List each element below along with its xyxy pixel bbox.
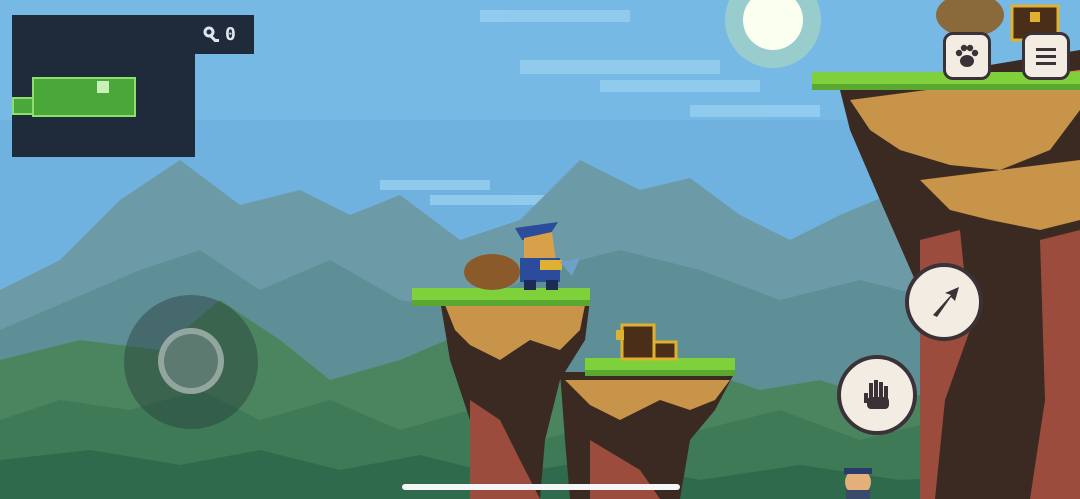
hand-icon xyxy=(864,380,889,409)
minimap-player-marker xyxy=(97,81,109,93)
virtual-joystick-knob[interactable] xyxy=(158,328,224,394)
dash-button[interactable] xyxy=(905,263,983,341)
hamburger-menu-icon xyxy=(1036,48,1056,65)
home-indicator[interactable] xyxy=(402,484,680,490)
minimap-room-current xyxy=(32,77,136,117)
paw-icon xyxy=(955,44,979,67)
npc-character xyxy=(844,468,872,499)
pet-button[interactable] xyxy=(943,32,991,80)
key-icon xyxy=(203,26,219,42)
menu-button[interactable] xyxy=(1022,32,1070,80)
minimap[interactable] xyxy=(12,15,195,157)
dash-arrow-icon xyxy=(933,287,959,317)
key-count: 0 xyxy=(225,24,236,45)
grab-button[interactable] xyxy=(837,355,917,435)
key-counter: 0 xyxy=(203,24,236,45)
